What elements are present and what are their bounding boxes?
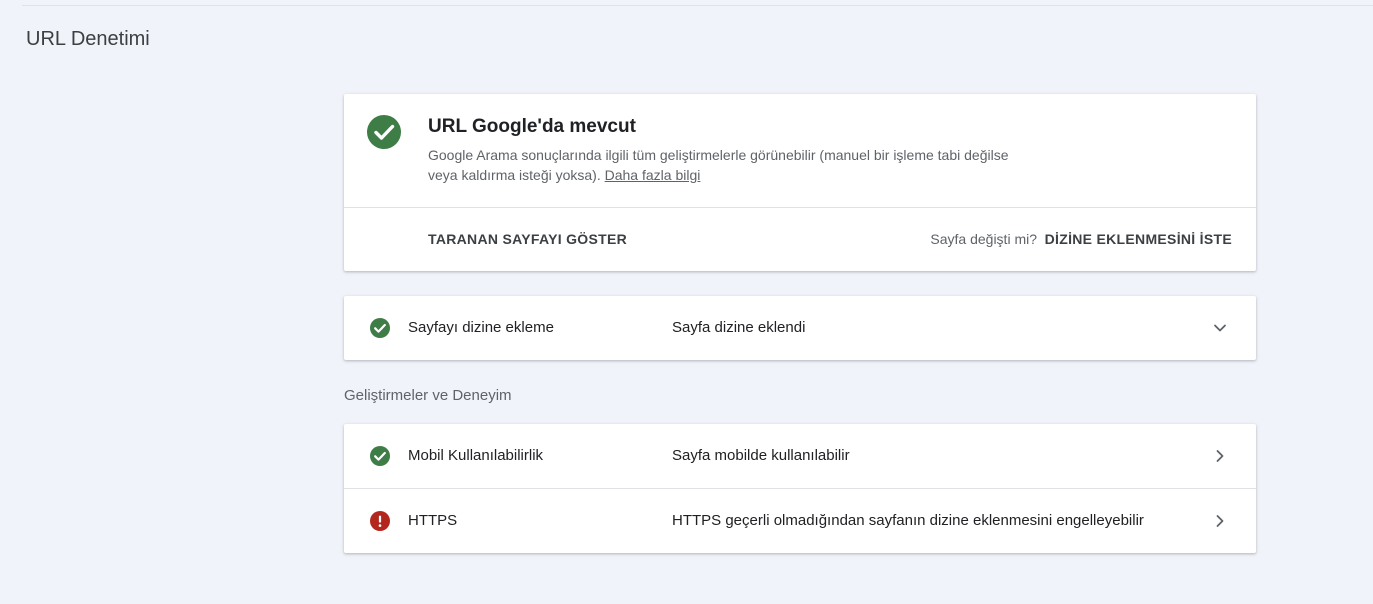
enhancement-row-https[interactable]: HTTPS HTTPS geçerli olmadığından sayfanı… (344, 488, 1256, 553)
summary-description-text: Google Arama sonuçlarında ilgili tüm gel… (428, 147, 1009, 183)
summary-header: URL Google'da mevcut Google Arama sonuçl… (344, 94, 1256, 208)
page-changed-question: Sayfa değişti mi? (930, 231, 1037, 247)
url-summary-card: URL Google'da mevcut Google Arama sonuçl… (344, 94, 1256, 271)
indexing-status: Sayfa dizine eklendi (672, 319, 806, 336)
indexing-card: Sayfayı dizine ekleme Sayfa dizine eklen… (344, 296, 1256, 360)
enhancement-label: HTTPS (408, 512, 458, 529)
enhancement-row-mobile[interactable]: Mobil Kullanılabilirlik Sayfa mobilde ku… (344, 424, 1256, 488)
chevron-right-icon[interactable] (1210, 511, 1230, 531)
indexing-row[interactable]: Sayfayı dizine ekleme Sayfa dizine eklen… (344, 296, 1256, 360)
check-circle-icon (367, 115, 401, 149)
enhancement-status: Sayfa mobilde kullanılabilir (672, 447, 850, 464)
chevron-right-icon[interactable] (1210, 446, 1230, 466)
chevron-down-icon[interactable] (1210, 318, 1230, 338)
enhancements-card: Mobil Kullanılabilirlik Sayfa mobilde ku… (344, 424, 1256, 553)
indexing-label: Sayfayı dizine ekleme (408, 319, 554, 336)
check-circle-icon (370, 318, 390, 338)
summary-actions: TARANAN SAYFAYI GÖSTER Sayfa değişti mi?… (344, 208, 1256, 271)
request-indexing-button[interactable]: DİZİNE EKLENMESİNİ İSTE (1045, 231, 1232, 247)
summary-description: Google Arama sonuçlarında ilgili tüm gel… (428, 145, 1018, 185)
learn-more-link[interactable]: Daha fazla bilgi (605, 167, 701, 183)
enhancements-heading: Geliştirmeler ve Deneyim (344, 387, 512, 404)
view-crawled-page-button[interactable]: TARANAN SAYFAYI GÖSTER (428, 231, 627, 247)
summary-title: URL Google'da mevcut (428, 116, 636, 137)
enhancement-label: Mobil Kullanılabilirlik (408, 447, 544, 464)
top-divider (22, 5, 1373, 6)
enhancement-status: HTTPS geçerli olmadığından sayfanın dizi… (672, 512, 1144, 529)
error-circle-icon (370, 511, 390, 531)
page-title: URL Denetimi (26, 28, 150, 50)
check-circle-icon (370, 446, 390, 466)
